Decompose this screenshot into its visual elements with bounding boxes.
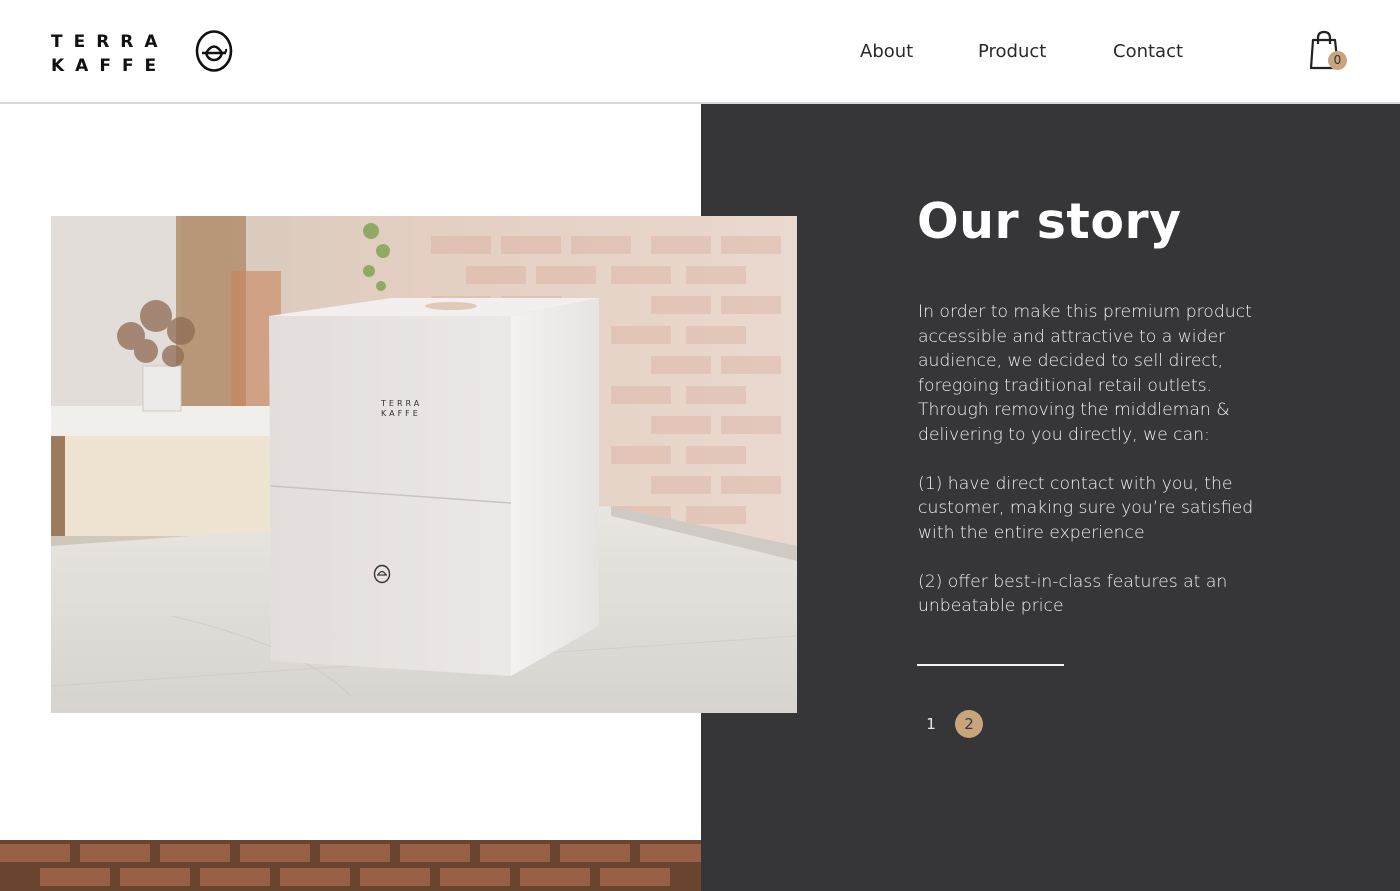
story-paragraph-2: (1) have direct contact with you, the cu… (918, 473, 1254, 543)
secondary-photo-strip (0, 840, 701, 891)
brand-line-2: KAFFE (51, 56, 168, 76)
cart-button[interactable]: 0 (1308, 30, 1352, 74)
page-2-button-active[interactable]: 2 (955, 710, 983, 738)
story-body: In order to make this premium product ac… (918, 300, 1278, 643)
cart-count-badge: 0 (1328, 51, 1347, 70)
brand-line-1: TERRA (51, 32, 169, 52)
site-header: TERRA KAFFE About Product Contact 0 (0, 0, 1400, 104)
nav-contact-link[interactable]: Contact (1113, 41, 1183, 62)
brand-logo-text[interactable]: TERRA KAFFE (51, 30, 169, 78)
nav-about-link[interactable]: About (860, 41, 913, 62)
product-photo: TERRA KAFFE (51, 216, 797, 713)
box-brand-line-2: KAFFE (381, 409, 421, 418)
story-title: Our story (917, 193, 1182, 250)
box-brand-line-1: TERRA (380, 399, 422, 408)
story-paragraph-1: In order to make this premium product ac… (918, 302, 1252, 445)
page-1-button[interactable]: 1 (917, 710, 945, 738)
story-divider (917, 664, 1064, 666)
terra-kaffe-logo-icon[interactable] (194, 29, 234, 73)
story-paragraph-3: (2) offer best-in-class features at an u… (918, 571, 1228, 617)
nav-product-link[interactable]: Product (978, 41, 1046, 62)
